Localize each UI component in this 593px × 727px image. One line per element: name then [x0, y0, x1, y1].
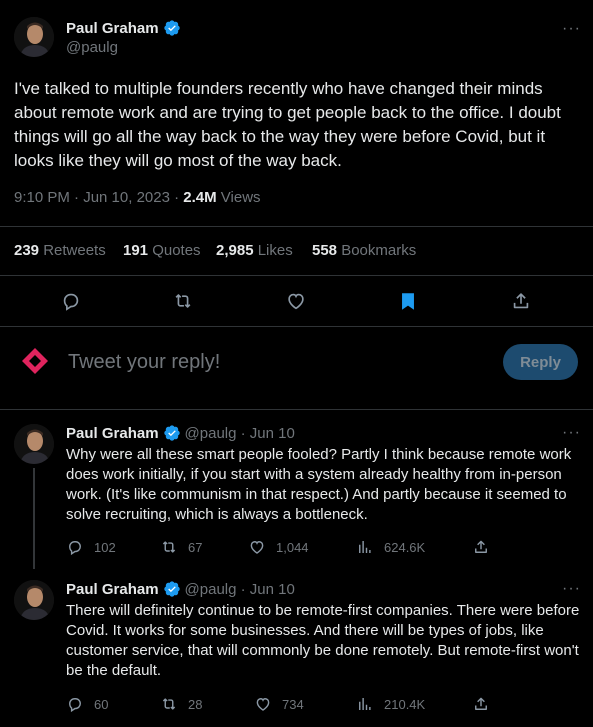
reply-header: Paul Graham @paulg · Jun 10	[66, 580, 295, 598]
quotes-count: 191	[123, 242, 149, 259]
reply-author-name[interactable]: Paul Graham	[66, 425, 159, 442]
views-icon	[359, 541, 371, 553]
views-icon	[359, 698, 371, 710]
diamond-logo-icon	[22, 348, 48, 374]
bookmarks-label: Bookmarks	[337, 242, 417, 259]
reply-text: There will definitely continue to be rem…	[66, 602, 580, 679]
reply-avatar[interactable]	[14, 424, 54, 464]
thread-connector	[33, 468, 35, 569]
reply-icon	[63, 293, 79, 311]
share-button[interactable]	[504, 284, 538, 318]
reply-text: Why were all these smart people fooled? …	[66, 446, 572, 523]
views-count: 210.4K	[384, 696, 426, 712]
reply-share-button[interactable]	[472, 695, 490, 713]
divider	[0, 409, 593, 410]
tweet-meta: 9:10 PM · Jun 10, 2023 · 2.4M Views	[14, 189, 261, 206]
views-label: Views	[216, 189, 261, 206]
share-icon	[475, 540, 487, 553]
more-options-icon[interactable]: ···	[562, 425, 581, 441]
reply-header: Paul Graham @paulg · Jun 10	[66, 424, 295, 442]
retweet-icon	[162, 698, 176, 710]
retweet-icon	[162, 541, 176, 553]
quotes-stat[interactable]: 191 Quotes	[123, 242, 201, 259]
reply-views-button[interactable]: 210.4K	[356, 695, 425, 713]
reply-input[interactable]: Tweet your reply!	[68, 351, 220, 374]
views-count: 624.6K	[384, 539, 426, 555]
author-handle[interactable]: @paulg	[66, 39, 118, 56]
reply-retweet-button[interactable]: 28	[160, 695, 202, 713]
tweet-timestamp[interactable]: 9:10 PM · Jun 10, 2023 ·	[14, 189, 183, 206]
verified-badge-icon	[163, 580, 181, 598]
divider	[0, 226, 593, 227]
reply-reply-button[interactable]: 102	[66, 538, 116, 556]
retweet-button[interactable]	[166, 284, 200, 318]
retweet-count: 28	[188, 696, 203, 712]
share-icon	[513, 293, 529, 309]
likes-stat[interactable]: 2,985 Likes	[216, 242, 293, 259]
verified-badge-icon	[163, 19, 181, 37]
retweets-label: Retweets	[39, 242, 106, 259]
more-options-icon[interactable]: ···	[562, 581, 581, 597]
author-name-label: Paul Graham	[66, 19, 159, 37]
author-name[interactable]: Paul Graham	[66, 19, 181, 37]
reply-retweet-button[interactable]: 67	[160, 538, 202, 556]
reply-author-name[interactable]: Paul Graham	[66, 581, 159, 598]
views-count: 2.4M	[183, 189, 217, 206]
author-avatar[interactable]	[14, 17, 54, 57]
like-button[interactable]	[279, 284, 313, 318]
reply-like-button[interactable]: 734	[254, 695, 304, 713]
heart-icon	[288, 293, 304, 310]
like-count: 1,044	[276, 539, 309, 555]
likes-label: Likes	[253, 242, 293, 259]
reply-handle-date[interactable]: @paulg · Jun 10	[185, 581, 295, 598]
reply-avatar[interactable]	[14, 580, 54, 620]
reply-count: 60	[94, 696, 109, 712]
bookmark-button[interactable]	[391, 284, 425, 318]
like-count: 734	[282, 696, 304, 712]
retweets-count: 239	[14, 242, 40, 259]
reply-handle-date[interactable]: @paulg · Jun 10	[185, 425, 295, 442]
heart-icon	[250, 541, 264, 554]
reply-like-button[interactable]: 1,044	[248, 538, 309, 556]
retweets-stat[interactable]: 239 Retweets	[14, 242, 106, 259]
bookmarks-stat[interactable]: 558 Bookmarks	[312, 242, 416, 259]
share-icon	[475, 697, 487, 710]
divider	[0, 275, 593, 276]
retweet-icon	[175, 294, 191, 308]
bookmarks-count: 558	[312, 242, 338, 259]
user-avatar[interactable]	[20, 346, 50, 376]
reply-count: 102	[94, 539, 116, 555]
reply-button[interactable]	[54, 284, 88, 318]
likes-count: 2,985	[216, 242, 254, 259]
more-options-icon[interactable]: ···	[562, 21, 581, 37]
reply-icon	[69, 541, 81, 556]
divider	[0, 326, 593, 327]
reply-views-button[interactable]: 624.6K	[356, 538, 425, 556]
bookmark-icon	[402, 293, 414, 310]
retweet-count: 67	[188, 539, 203, 555]
heart-icon	[256, 698, 270, 711]
verified-badge-icon	[163, 424, 181, 442]
tweet-text: I've talked to multiple founders recentl…	[14, 79, 561, 170]
reply-submit-button[interactable]: Reply	[503, 344, 578, 380]
reply-icon	[69, 698, 81, 713]
reply-share-button[interactable]	[472, 538, 490, 556]
reply-reply-button[interactable]: 60	[66, 695, 108, 713]
quotes-label: Quotes	[148, 242, 201, 259]
